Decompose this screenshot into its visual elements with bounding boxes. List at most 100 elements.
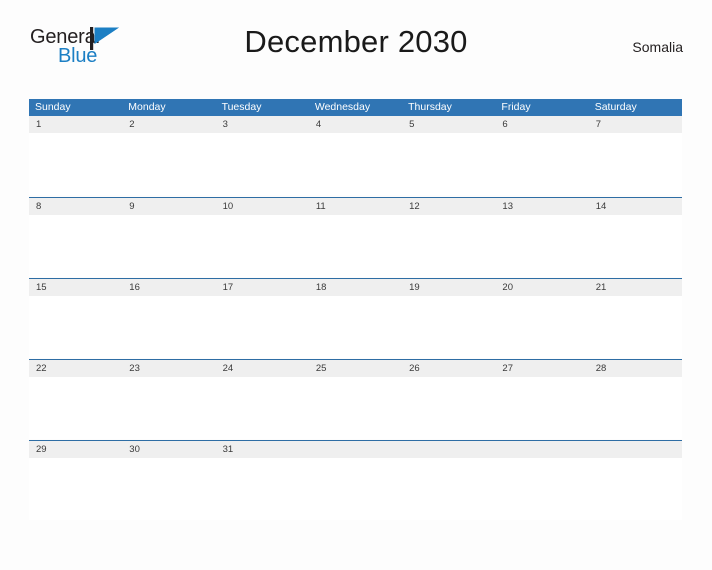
day-notes-area[interactable] bbox=[215, 296, 309, 358]
day-cell[interactable]: 6 bbox=[495, 116, 589, 197]
weekday-header-sunday: Sunday bbox=[35, 101, 71, 113]
day-cell-empty bbox=[308, 441, 403, 521]
day-notes-area[interactable] bbox=[122, 458, 216, 520]
day-cell[interactable]: 29 bbox=[29, 441, 123, 521]
day-notes-area[interactable] bbox=[308, 377, 403, 439]
day-number: 6 bbox=[495, 116, 589, 133]
day-number: 9 bbox=[122, 198, 216, 215]
day-notes-area[interactable] bbox=[308, 215, 403, 277]
day-notes-area[interactable] bbox=[29, 296, 123, 358]
day-notes-area bbox=[402, 458, 496, 520]
day-cell[interactable]: 2 bbox=[122, 116, 216, 197]
day-cell[interactable]: 18 bbox=[308, 279, 403, 359]
day-number: 18 bbox=[308, 279, 403, 296]
day-number: 1 bbox=[29, 116, 123, 133]
weekday-header-wednesday: Wednesday bbox=[314, 101, 371, 113]
day-number: 13 bbox=[495, 198, 589, 215]
page-header: General Blue December 2030 Somalia bbox=[29, 20, 683, 78]
day-notes-area[interactable] bbox=[495, 377, 589, 439]
day-notes-area[interactable] bbox=[215, 215, 309, 277]
day-cell[interactable]: 15 bbox=[29, 279, 123, 359]
day-notes-area[interactable] bbox=[588, 377, 682, 439]
day-cell[interactable]: 23 bbox=[122, 360, 216, 440]
day-cell[interactable]: 5 bbox=[402, 116, 496, 197]
day-notes-area[interactable] bbox=[122, 215, 216, 277]
day-notes-area[interactable] bbox=[122, 377, 216, 439]
weekday-header-tuesday: Tuesday bbox=[221, 101, 262, 113]
day-cell[interactable]: 7 bbox=[588, 116, 682, 197]
day-number: 15 bbox=[29, 279, 123, 296]
day-number: 31 bbox=[215, 441, 309, 458]
day-cell[interactable]: 14 bbox=[588, 198, 682, 278]
day-cell[interactable]: 26 bbox=[402, 360, 496, 440]
day-number: 19 bbox=[402, 279, 496, 296]
day-notes-area[interactable] bbox=[402, 133, 496, 195]
day-cell[interactable]: 31 bbox=[215, 441, 309, 521]
day-notes-area bbox=[495, 458, 589, 520]
week-row: 29 30 31 bbox=[29, 440, 682, 521]
weekday-header-monday: Monday bbox=[128, 101, 166, 113]
weekday-header-saturday: Saturday bbox=[594, 101, 637, 113]
day-notes-area[interactable] bbox=[402, 377, 496, 439]
day-number: 11 bbox=[308, 198, 403, 215]
day-cell[interactable]: 11 bbox=[308, 198, 403, 278]
day-notes-area[interactable] bbox=[122, 133, 216, 195]
day-cell[interactable]: 9 bbox=[122, 198, 216, 278]
day-notes-area[interactable] bbox=[495, 296, 589, 358]
day-number: 22 bbox=[29, 360, 123, 377]
day-number bbox=[588, 441, 682, 458]
day-notes-area[interactable] bbox=[588, 133, 682, 195]
day-cell[interactable]: 3 bbox=[215, 116, 309, 197]
day-cell[interactable]: 25 bbox=[308, 360, 403, 440]
day-cell[interactable]: 8 bbox=[29, 198, 123, 278]
day-notes-area[interactable] bbox=[29, 377, 123, 439]
day-number: 26 bbox=[402, 360, 496, 377]
day-notes-area bbox=[308, 458, 403, 520]
day-cell[interactable]: 24 bbox=[215, 360, 309, 440]
day-number: 25 bbox=[308, 360, 403, 377]
day-notes-area[interactable] bbox=[495, 133, 589, 195]
day-cell[interactable]: 21 bbox=[588, 279, 682, 359]
day-cell[interactable]: 19 bbox=[402, 279, 496, 359]
day-notes-area[interactable] bbox=[402, 296, 496, 358]
day-cell[interactable]: 12 bbox=[402, 198, 496, 278]
day-cell[interactable]: 1 bbox=[29, 116, 123, 197]
day-number: 14 bbox=[588, 198, 682, 215]
day-notes-area[interactable] bbox=[402, 215, 496, 277]
day-cell[interactable]: 17 bbox=[215, 279, 309, 359]
day-number: 28 bbox=[588, 360, 682, 377]
day-notes-area[interactable] bbox=[215, 377, 309, 439]
day-cell[interactable]: 28 bbox=[588, 360, 682, 440]
day-notes-area[interactable] bbox=[29, 133, 123, 195]
day-number: 23 bbox=[122, 360, 216, 377]
day-notes-area[interactable] bbox=[29, 458, 123, 520]
week-row: 1 2 3 4 5 6 7 bbox=[29, 116, 682, 197]
day-notes-area[interactable] bbox=[588, 215, 682, 277]
page-title: December 2030 bbox=[244, 24, 468, 59]
day-notes-area[interactable] bbox=[308, 296, 403, 358]
day-number: 10 bbox=[215, 198, 309, 215]
day-cell[interactable]: 10 bbox=[215, 198, 309, 278]
day-number bbox=[308, 441, 403, 458]
day-number bbox=[495, 441, 589, 458]
day-number: 16 bbox=[122, 279, 216, 296]
day-cell[interactable]: 27 bbox=[495, 360, 589, 440]
day-cell[interactable]: 20 bbox=[495, 279, 589, 359]
day-cell[interactable]: 16 bbox=[122, 279, 216, 359]
day-cell[interactable]: 22 bbox=[29, 360, 123, 440]
day-notes-area[interactable] bbox=[215, 458, 309, 520]
day-number bbox=[402, 441, 496, 458]
weekday-header-friday: Friday bbox=[501, 101, 531, 113]
day-notes-area[interactable] bbox=[29, 215, 123, 277]
day-notes-area[interactable] bbox=[215, 133, 309, 195]
day-notes-area[interactable] bbox=[495, 215, 589, 277]
day-cell[interactable]: 13 bbox=[495, 198, 589, 278]
day-notes-area[interactable] bbox=[588, 296, 682, 358]
day-number: 5 bbox=[402, 116, 496, 133]
day-notes-area[interactable] bbox=[308, 133, 403, 195]
day-cell[interactable]: 30 bbox=[122, 441, 216, 521]
day-cell[interactable]: 4 bbox=[308, 116, 403, 197]
day-notes-area[interactable] bbox=[122, 296, 216, 358]
calendar-page: General Blue December 2030 Somalia Sunda… bbox=[0, 20, 712, 570]
weekday-header-row: Sunday Monday Tuesday Wednesday Thursday… bbox=[29, 99, 682, 116]
